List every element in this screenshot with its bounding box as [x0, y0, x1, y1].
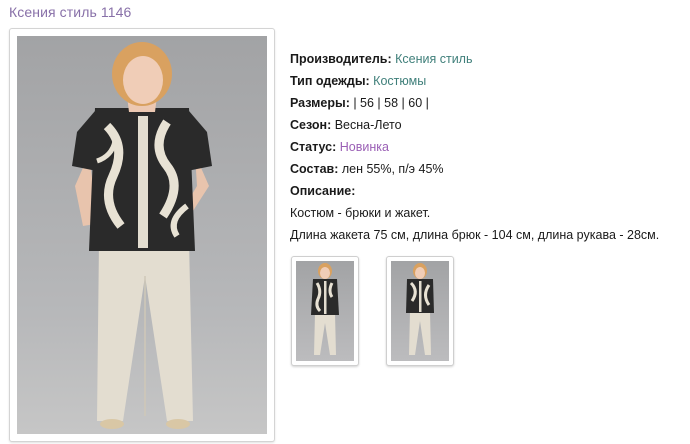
status-label: Статус: [290, 140, 340, 154]
thumbnail-1-image [296, 261, 354, 361]
description-label: Описание: [290, 184, 356, 198]
manufacturer-link[interactable]: Ксения стиль [395, 52, 472, 66]
composition-label: Состав: [290, 162, 342, 176]
product-details: Производитель: Ксения стиль Тип одежды: … [290, 48, 659, 246]
clothing-type-link[interactable]: Костюмы [373, 74, 426, 88]
description-line-1: Костюм - брюки и жакет. [290, 206, 431, 220]
manufacturer-row: Производитель: Ксения стиль [290, 48, 659, 70]
sizes-row: Размеры: | 56 | 58 | 60 | [290, 92, 659, 114]
main-product-photo[interactable] [17, 36, 267, 434]
clothing-type-row: Тип одежды: Костюмы [290, 70, 659, 92]
description-line-2: Длина жакета 75 см, длина брюк - 104 см,… [290, 228, 660, 242]
page-title: Ксения стиль 1146 [9, 4, 132, 20]
description-row: Описание: [290, 180, 659, 202]
season-value: Весна-Лето [334, 118, 402, 132]
clothing-type-label: Тип одежды: [290, 74, 374, 88]
manufacturer-label: Производитель: [290, 52, 396, 66]
season-label: Сезон: [290, 118, 335, 132]
season-row: Сезон: Весна-Лето [290, 114, 659, 136]
main-product-photo-frame[interactable] [9, 28, 275, 442]
status-row: Статус: Новинка [290, 136, 659, 158]
thumbnail-2-image [391, 261, 449, 361]
thumbnail-1[interactable] [291, 256, 359, 366]
composition-row: Состав: лен 55%, п/э 45% [290, 158, 659, 180]
sizes-label: Размеры: [290, 96, 354, 110]
thumbnail-2[interactable] [386, 256, 454, 366]
sizes-value: | 56 | 58 | 60 | [353, 96, 429, 110]
status-link[interactable]: Новинка [340, 140, 389, 154]
composition-value: лен 55%, п/э 45% [341, 162, 444, 176]
